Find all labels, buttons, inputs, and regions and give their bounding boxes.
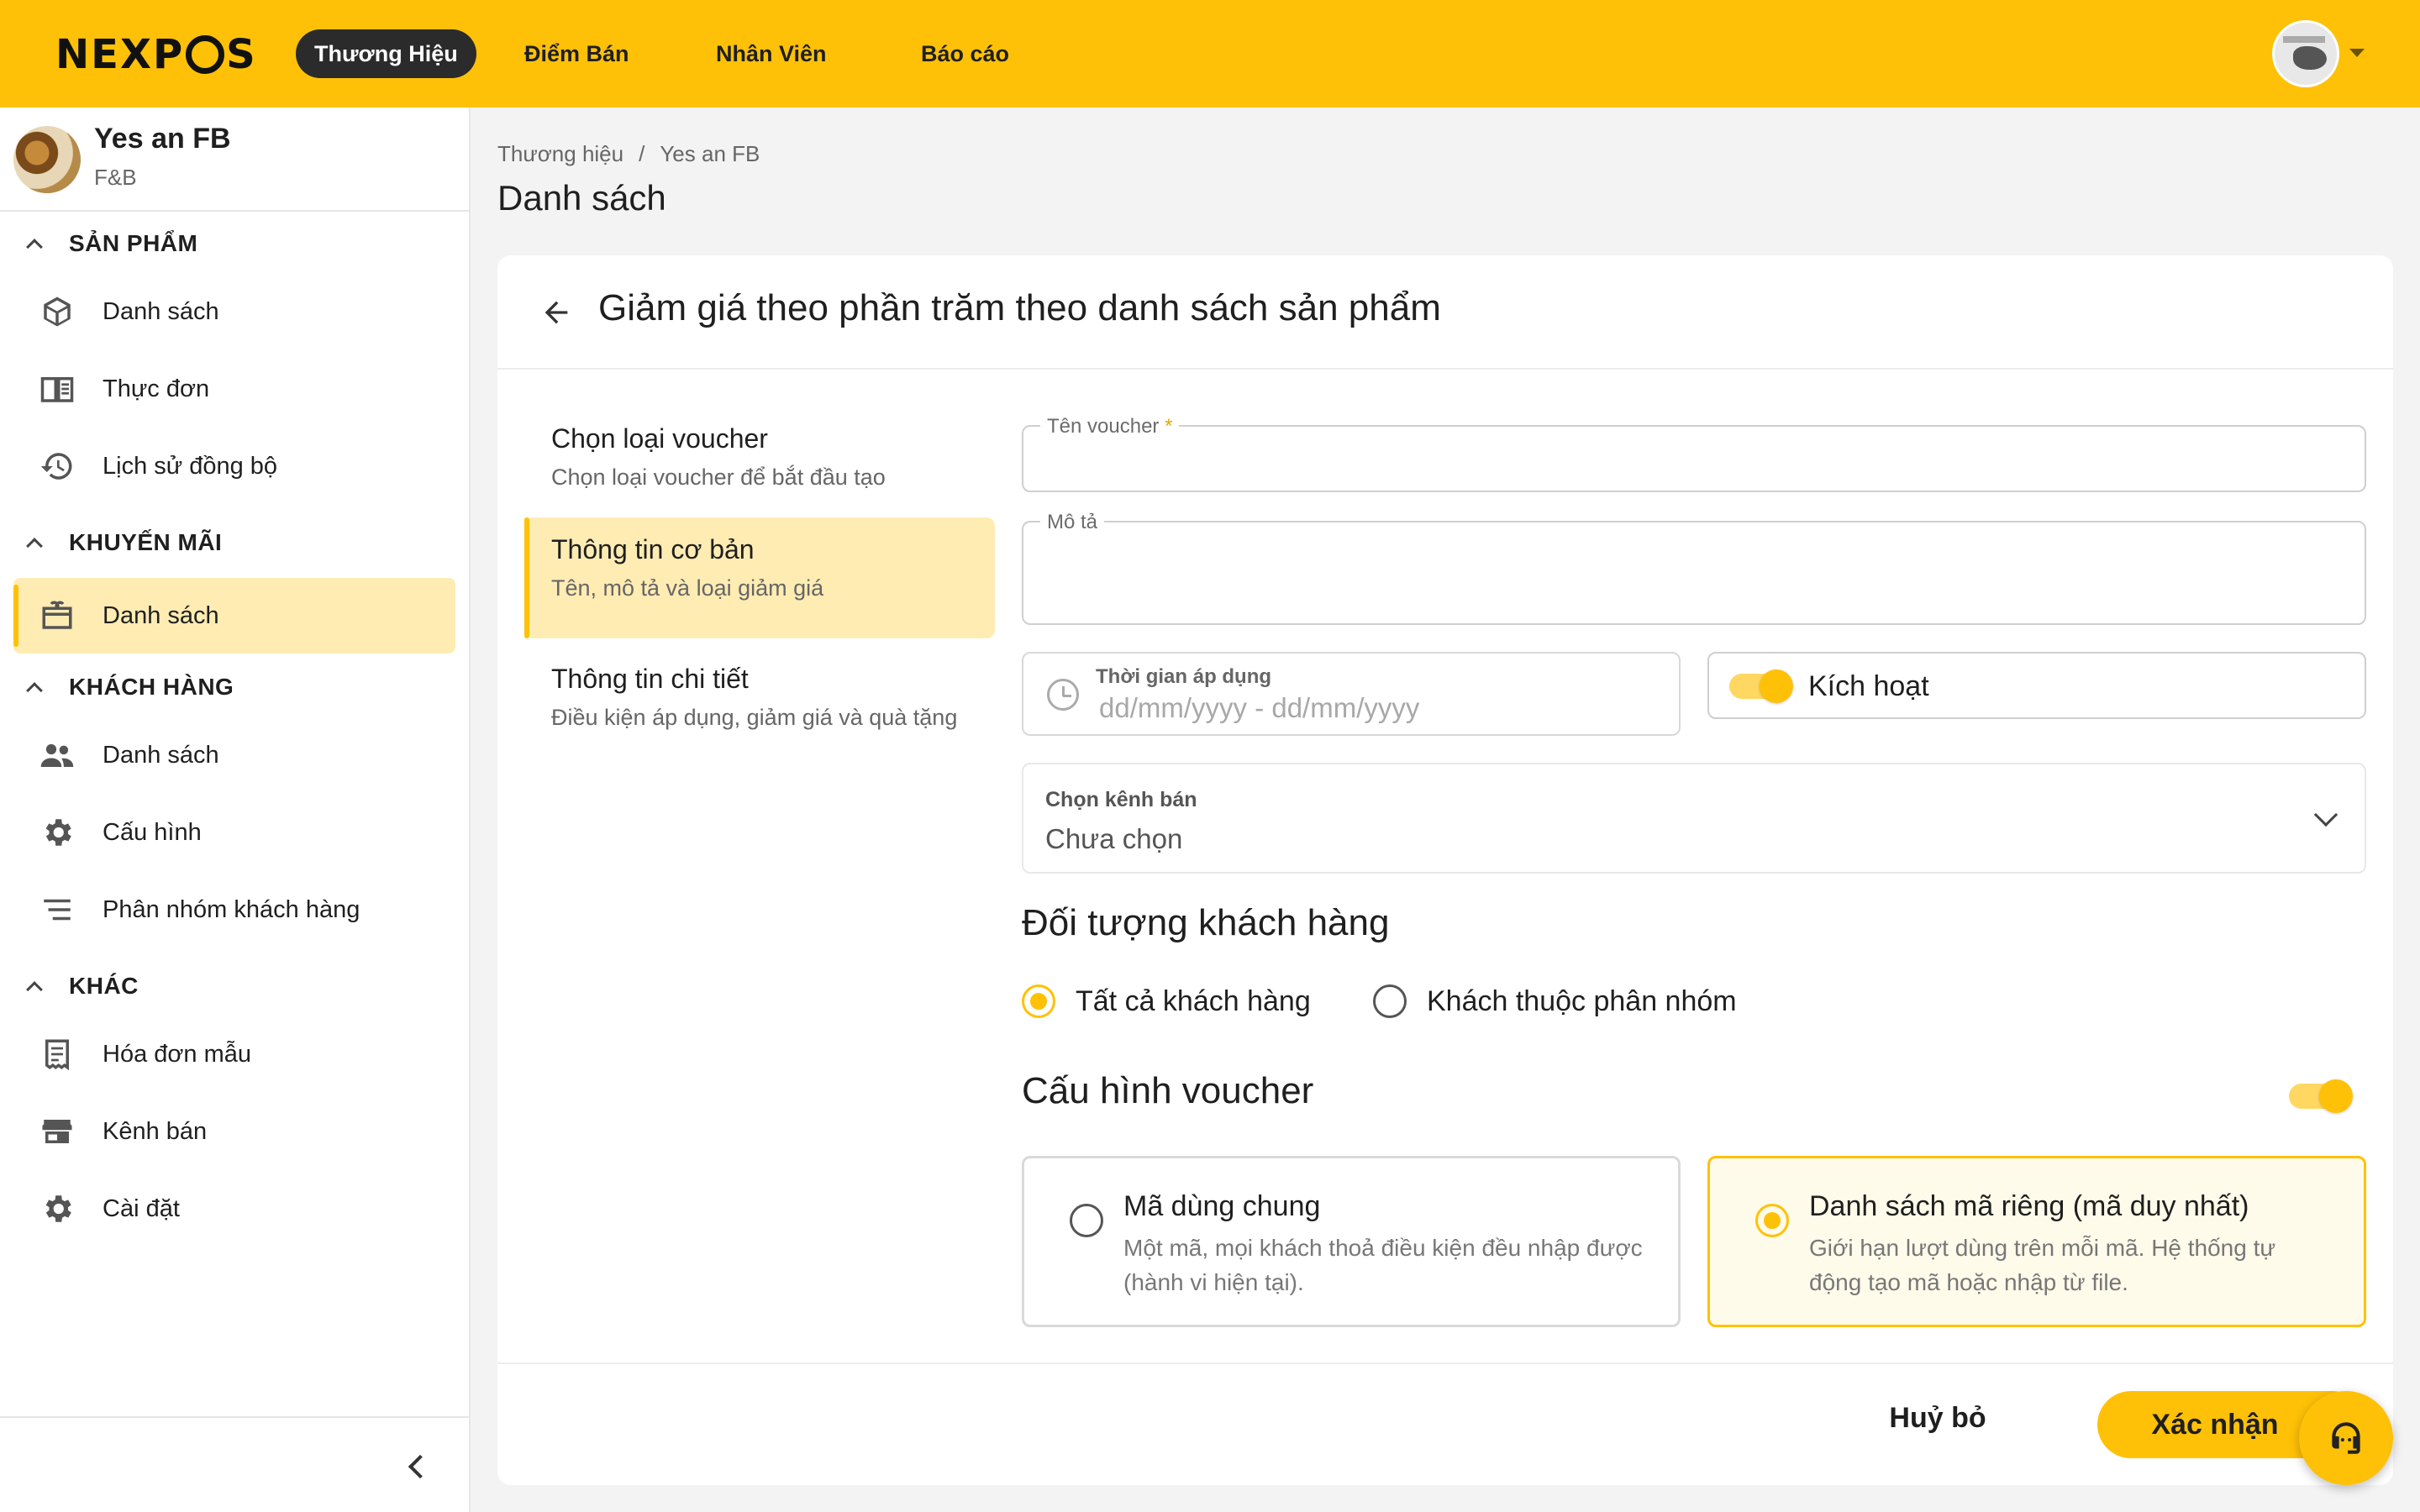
breadcrumb: Thương hiệu / Yes an FB	[497, 141, 760, 167]
top-navbar: NEXP S Thương Hiệu Điểm Bán Nhân Viên Báo…	[0, 0, 2420, 108]
description-field[interactable]: Mô tả	[1022, 511, 2366, 625]
page-title: Danh sách	[497, 178, 666, 218]
activate-label: Kích hoạt	[1808, 670, 1929, 702]
chevron-up-icon	[26, 239, 43, 255]
step-chon-loai-voucher[interactable]: Chọn loại voucher Chọn loại voucher để b…	[524, 407, 995, 511]
receipt-icon	[39, 1036, 76, 1073]
date-range-label: Thời gian áp dụng	[1096, 665, 1272, 688]
section-khuyen-mai[interactable]: KHUYẾN MÃI	[24, 526, 222, 559]
sidebar-item-kenh-ban[interactable]: Kênh bán	[13, 1094, 455, 1169]
step-desc: Tên, mô tả và loại giảm giá	[551, 575, 824, 601]
breadcrumb-separator: /	[639, 141, 645, 166]
voucher-config-heading: Cấu hình voucher	[1022, 1070, 1314, 1111]
chevron-up-icon	[26, 538, 43, 554]
step-thong-tin-chi-tiet[interactable]: Thông tin chi tiết Điều kiện áp dụng, gi…	[524, 647, 995, 751]
nav-nhan-vien[interactable]: Nhân Viên	[697, 29, 845, 78]
logo-o-shape	[186, 35, 225, 74]
store-type: F&B	[94, 165, 137, 190]
footer-divider	[497, 1362, 2393, 1364]
step-desc: Chọn loại voucher để bắt đầu tạo	[551, 465, 886, 490]
audience-all-option[interactable]: Tất cả khách hàng	[1022, 984, 1311, 1018]
section-san-pham[interactable]: SẢN PHẨM	[24, 227, 197, 260]
radio-selected[interactable]	[1022, 984, 1055, 1018]
gift-card-icon	[39, 597, 76, 634]
people-icon	[39, 737, 76, 774]
voucher-name-field[interactable]: Tên voucher *	[1022, 415, 2366, 492]
sidebar-item-khuyen-mai-danh-sach[interactable]: Danh sách	[13, 578, 455, 654]
sidebar-item-phan-nhom-khach-hang[interactable]: Phân nhóm khách hàng	[13, 872, 455, 948]
step-title: Chọn loại voucher	[551, 423, 768, 454]
section-khach-hang[interactable]: KHÁCH HÀNG	[24, 670, 234, 704]
collapse-sidebar-icon[interactable]	[408, 1454, 433, 1479]
store-icon	[39, 1113, 76, 1150]
description-label: Mô tả	[1040, 511, 1105, 534]
sidebar-divider	[0, 1416, 469, 1418]
date-range-placeholder: dd/mm/yyyy - dd/mm/yyyy	[1099, 692, 1420, 723]
sidebar-item-cau-hinh[interactable]: Cấu hình	[13, 795, 455, 870]
unique-codes-desc: Giới hạn lượt dùng trên mỗi mã. Hệ thống…	[1809, 1235, 2276, 1295]
breadcrumb-current[interactable]: Yes an FB	[660, 141, 760, 167]
section-khac[interactable]: KHÁC	[24, 969, 139, 1003]
cancel-button[interactable]: Huỷ bỏ	[1862, 1384, 2013, 1452]
sales-channel-value: Chưa chọn	[1045, 823, 1183, 854]
step-title: Thông tin chi tiết	[551, 664, 749, 694]
nav-bao-cao[interactable]: Báo cáo	[902, 29, 1028, 78]
sidebar-item-san-pham-danh-sach[interactable]: Danh sách	[13, 274, 455, 349]
audience-heading: Đối tượng khách hàng	[1022, 902, 1390, 943]
nav-diem-ban[interactable]: Điểm Bán	[506, 29, 648, 78]
chevron-up-icon	[26, 981, 43, 998]
sidebar-item-hoa-don-mau[interactable]: Hóa đơn mẫu	[13, 1016, 455, 1092]
form-title: Giảm giá theo phần trăm theo danh sách s…	[598, 287, 1441, 328]
sidebar-item-khach-hang-danh-sach[interactable]: Danh sách	[13, 717, 455, 793]
chevron-down-icon[interactable]	[2349, 49, 2365, 57]
activate-field: Kích hoạt	[1707, 652, 2366, 719]
user-avatar[interactable]	[2272, 20, 2339, 87]
store-name: Yes an FB	[94, 123, 231, 155]
radio-selected[interactable]	[1755, 1204, 1789, 1237]
shared-code-option[interactable]: Mã dùng chung Một mã, mọi khách thoả điề…	[1022, 1156, 1681, 1327]
unique-codes-option[interactable]: Danh sách mã riêng (mã duy nhất) Giới hạ…	[1707, 1156, 2366, 1327]
sales-channel-label: Chọn kênh bán	[1045, 788, 1197, 811]
unique-codes-title: Danh sách mã riêng (mã duy nhất)	[1809, 1190, 2249, 1222]
gear-icon	[39, 1190, 76, 1227]
nexpos-logo[interactable]: NEXP S	[55, 31, 257, 78]
list-icon	[39, 891, 76, 928]
date-range-field[interactable]: Thời gian áp dụng dd/mm/yyyy - dd/mm/yyy…	[1022, 652, 1681, 736]
audience-all-label: Tất cả khách hàng	[1076, 984, 1311, 1017]
radio-unselected[interactable]	[1070, 1204, 1103, 1237]
sidebar: Yes an FB F&B SẢN PHẨM Danh sách Thực đơ…	[0, 108, 471, 1512]
support-chat-button[interactable]	[2299, 1391, 2393, 1485]
activate-toggle[interactable]	[1729, 669, 1793, 703]
step-thong-tin-co-ban[interactable]: Thông tin cơ bản Tên, mô tả và loại giảm…	[524, 517, 995, 638]
voucher-config-toggle[interactable]	[2289, 1079, 2353, 1113]
clock-icon	[1047, 679, 1079, 711]
menu-book-icon	[39, 370, 76, 407]
sales-channel-select[interactable]: Chọn kênh bán Chưa chọn	[1022, 763, 2366, 874]
shared-code-desc: Một mã, mọi khách thoả điều kiện đều nhậ…	[1123, 1235, 1643, 1295]
voucher-name-label: Tên voucher	[1047, 415, 1160, 438]
gear-icon	[39, 814, 76, 851]
arrow-left-icon[interactable]	[539, 296, 573, 329]
step-title: Thông tin cơ bản	[551, 534, 755, 564]
box-icon	[39, 293, 76, 330]
audience-group-label: Khách thuộc phân nhóm	[1427, 984, 1737, 1017]
history-icon	[39, 448, 76, 485]
store-avatar	[13, 126, 81, 193]
breadcrumb-thuong-hieu[interactable]: Thương hiệu	[497, 141, 623, 167]
form-header: Giảm giá theo phần trăm theo danh sách s…	[497, 255, 2393, 370]
audience-group-option[interactable]: Khách thuộc phân nhóm	[1373, 984, 1737, 1018]
sidebar-item-lich-su-dong-bo[interactable]: Lịch sử đồng bộ	[13, 428, 455, 504]
chevron-down-icon	[2313, 802, 2338, 827]
sidebar-item-thuc-don[interactable]: Thực đơn	[13, 351, 455, 427]
nav-thuong-hieu[interactable]: Thương Hiệu	[296, 29, 476, 78]
store-header[interactable]: Yes an FB F&B	[0, 108, 469, 212]
step-desc: Điều kiện áp dụng, giảm giá và quà tặng	[551, 705, 958, 730]
radio-unselected[interactable]	[1373, 984, 1407, 1018]
headset-icon	[2332, 1422, 2360, 1454]
chevron-up-icon	[26, 682, 43, 699]
sidebar-item-cai-dat[interactable]: Cài đặt	[13, 1171, 455, 1247]
required-marker: *	[1165, 415, 1173, 438]
shared-code-title: Mã dùng chung	[1123, 1190, 1321, 1222]
